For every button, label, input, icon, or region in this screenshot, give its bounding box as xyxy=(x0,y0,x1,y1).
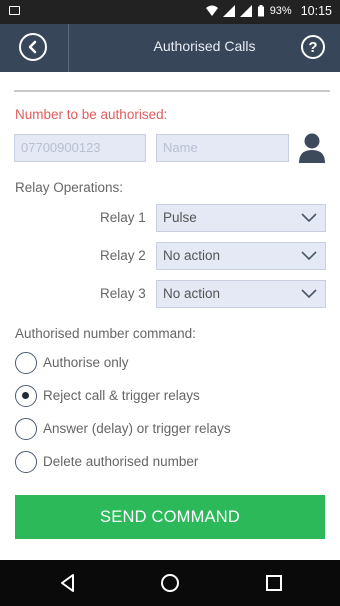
help-icon: ? xyxy=(308,38,318,56)
radio-answer-delay[interactable] xyxy=(15,418,37,440)
chevron-down-icon xyxy=(301,213,317,223)
radio-reject-call-label[interactable]: Reject call & trigger relays xyxy=(43,388,200,403)
app-bar: Authorised Calls ? xyxy=(0,24,340,72)
radio-reject-call[interactable] xyxy=(15,385,37,407)
nav-recents-icon[interactable] xyxy=(264,573,284,593)
number-label: Number to be authorised: xyxy=(15,107,168,122)
radio-selected-dot xyxy=(22,392,29,399)
nav-back-icon[interactable] xyxy=(58,573,78,593)
relay-operations-label: Relay Operations: xyxy=(15,180,124,195)
contact-person-icon[interactable] xyxy=(298,132,326,164)
status-icons: 93% 10:15 xyxy=(205,4,332,18)
relay-1-label: Relay 1 xyxy=(100,210,146,225)
clock: 10:15 xyxy=(300,4,332,18)
relay-3-label: Relay 3 xyxy=(100,286,146,301)
chevron-down-icon xyxy=(301,251,317,261)
wifi-icon xyxy=(205,5,218,16)
chevron-down-icon xyxy=(301,289,317,299)
status-bar: 93% 10:15 xyxy=(0,0,340,24)
radio-authorise-only[interactable] xyxy=(15,352,37,374)
relay-1-value: Pulse xyxy=(163,210,197,225)
relay-2-label: Relay 2 xyxy=(100,248,146,263)
nav-home-icon[interactable] xyxy=(160,573,180,593)
command-label: Authorised number command: xyxy=(15,326,196,341)
name-input[interactable]: Name xyxy=(156,134,289,162)
radio-authorise-only-label[interactable]: Authorise only xyxy=(43,355,129,370)
help-button[interactable]: ? xyxy=(301,35,325,59)
page-title: Authorised Calls xyxy=(153,38,256,54)
battery-icon xyxy=(257,5,264,17)
header-separator xyxy=(14,90,330,92)
radio-delete-number-label[interactable]: Delete authorised number xyxy=(43,454,198,469)
signal-icon xyxy=(222,5,235,17)
radio-answer-delay-label[interactable]: Answer (delay) or trigger relays xyxy=(43,421,231,436)
system-nav-bar xyxy=(0,560,340,606)
screenshot-notification-icon xyxy=(9,6,20,15)
back-button[interactable] xyxy=(19,33,47,61)
send-command-button[interactable]: SEND COMMAND xyxy=(15,495,325,539)
relay-3-select[interactable]: No action xyxy=(156,280,326,308)
radio-delete-number[interactable] xyxy=(15,451,37,473)
relay-2-select[interactable]: No action xyxy=(156,242,326,270)
signal-icon-2 xyxy=(239,5,252,17)
relay-2-value: No action xyxy=(163,248,221,263)
back-icon xyxy=(28,40,37,54)
battery-percent: 93% xyxy=(269,5,292,17)
relay-1-select[interactable]: Pulse xyxy=(156,204,326,232)
relay-3-value: No action xyxy=(163,286,221,301)
phone-number-input[interactable]: 07700900123 xyxy=(14,134,146,162)
